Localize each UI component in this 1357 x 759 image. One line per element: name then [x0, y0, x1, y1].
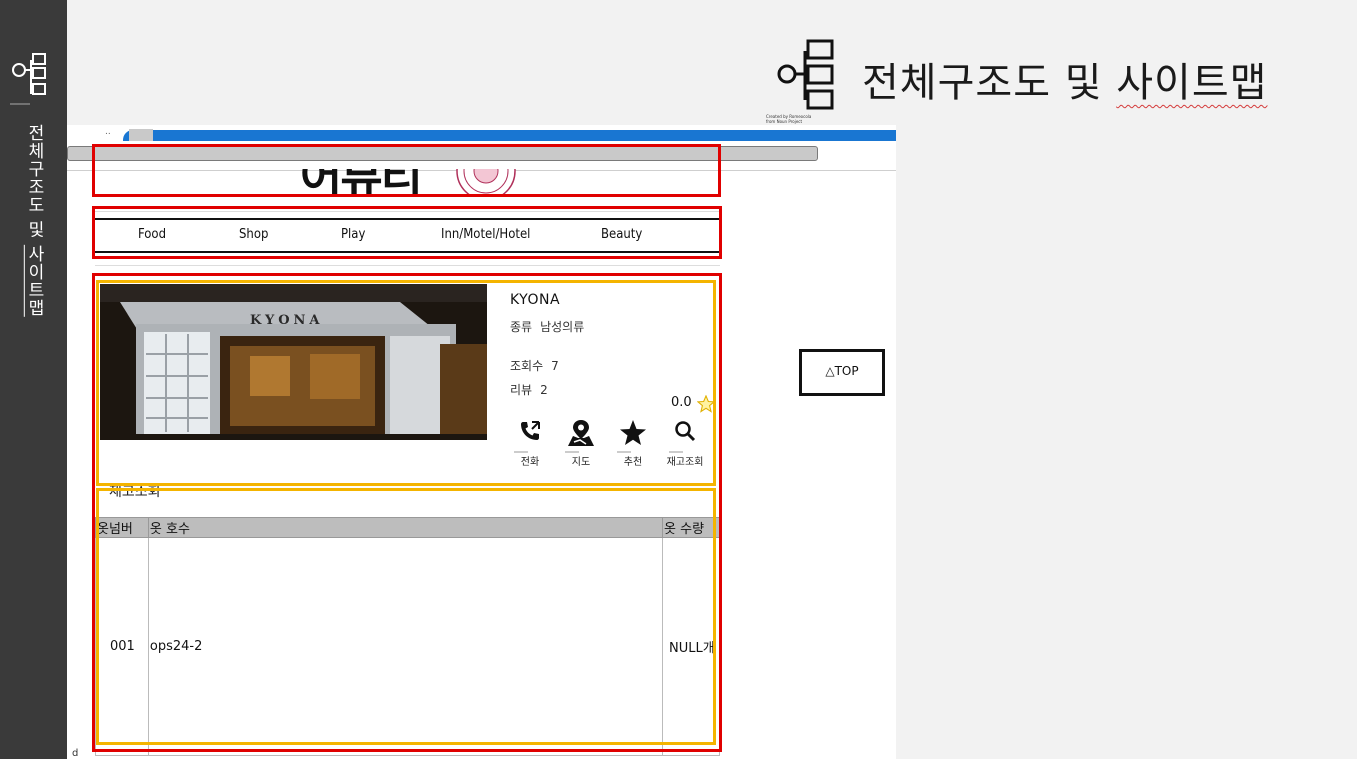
- sidebar-title-prefix: 전체구조도 및: [24, 124, 44, 245]
- back-to-top-button[interactable]: △TOP: [799, 349, 885, 396]
- page-title: 전체구조도 및 사이트맵: [862, 50, 1267, 108]
- sidebar-title: 전체구조도 및 사이트맵: [22, 124, 47, 317]
- page-title-underlined: 사이트맵: [1116, 60, 1268, 106]
- left-sidebar: 전체구조도 및 사이트맵: [0, 0, 67, 759]
- annotation-nav-area: [92, 206, 722, 259]
- annotation-store-info: [96, 280, 716, 486]
- icon-credit: Created by Romeocola from Noun Project: [766, 114, 811, 124]
- tab-dots: ..: [105, 127, 111, 137]
- browser-tab[interactable]: [129, 129, 153, 141]
- annotation-stock-area: [96, 488, 716, 745]
- sitemap-icon: [777, 39, 834, 110]
- sitemap-icon: [10, 53, 46, 105]
- stray-text: d: [72, 748, 79, 759]
- icon-credit-line2: from Noun Project: [766, 119, 803, 124]
- annotation-logo-area: [92, 144, 721, 197]
- page-title-prefix: 전체구조도 및: [862, 60, 1117, 106]
- divider: [95, 265, 720, 266]
- sidebar-title-underlined: 사이트맵: [24, 244, 44, 317]
- browser-tabbar: ..: [67, 125, 896, 141]
- browser-tab-strip[interactable]: [123, 130, 896, 141]
